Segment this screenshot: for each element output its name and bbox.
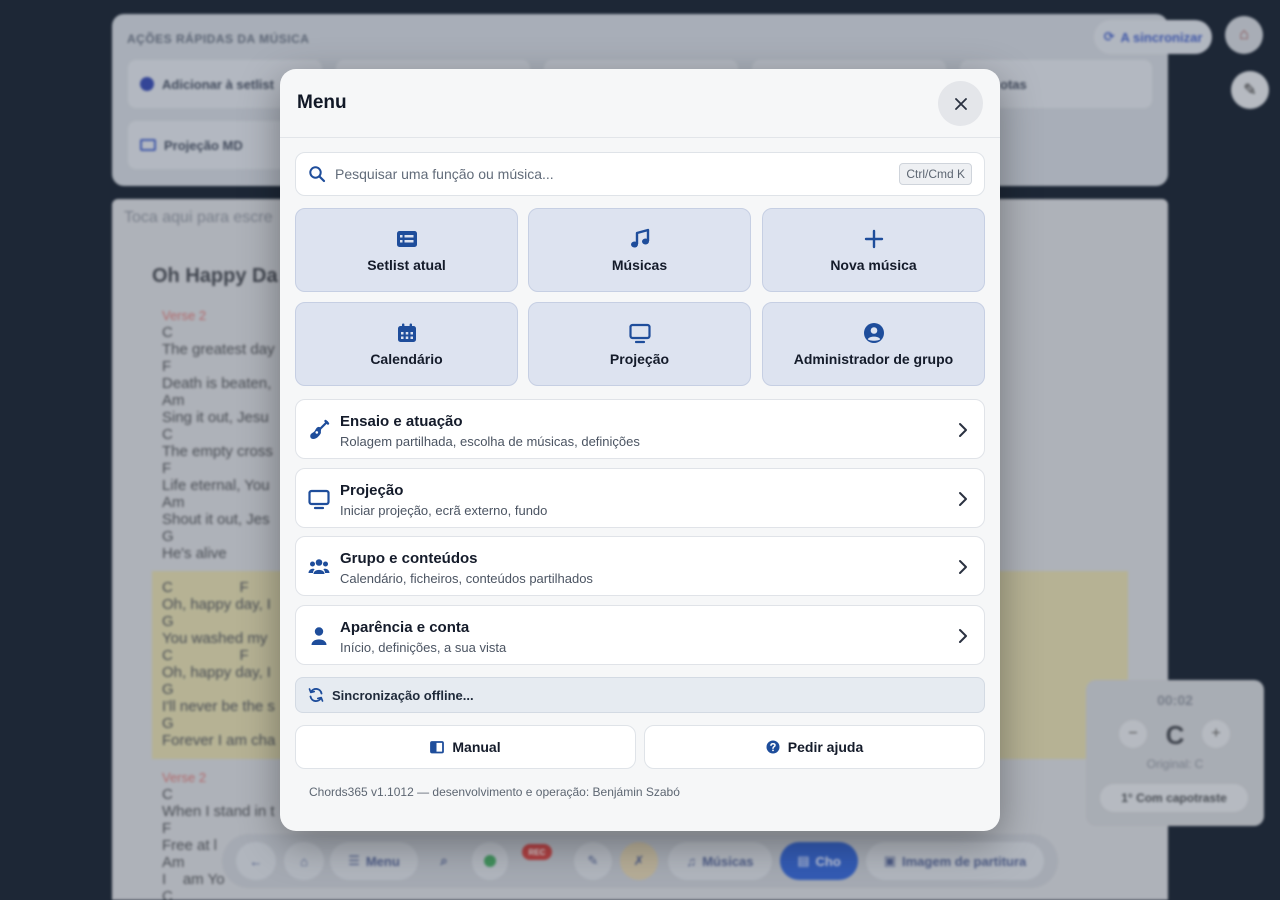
row-appearance-account-subtitle: Início, definições, a sua vista <box>340 640 507 655</box>
tile-setlist-label: Setlist atual <box>367 256 446 273</box>
help-button[interactable]: Pedir ajuda <box>644 725 985 769</box>
modal-header: Menu <box>280 69 1000 138</box>
chevron-right-icon <box>959 492 967 506</box>
book-icon <box>430 741 445 754</box>
plus-icon <box>864 229 883 248</box>
guitar-icon <box>310 419 330 439</box>
search-icon <box>309 166 326 183</box>
manual-label: Manual <box>452 739 501 755</box>
tile-group-admin-label: Administrador de grupo <box>793 350 954 367</box>
row-group-content-title: Grupo e conteúdos <box>340 550 478 567</box>
close-button[interactable] <box>938 81 983 126</box>
row-group-content[interactable]: Grupo e conteúdos Calendário, ficheiros,… <box>295 536 985 596</box>
chevron-right-icon <box>959 423 967 437</box>
tile-projection-label: Projeção <box>609 350 670 367</box>
tile-songs-label: Músicas <box>611 256 668 273</box>
manual-button[interactable]: Manual <box>295 725 636 769</box>
row-group-content-subtitle: Calendário, ficheiros, conteúdos partilh… <box>340 571 593 586</box>
menu-modal: Menu Ctrl/Cmd K Setlist atual Músicas No… <box>280 69 1000 831</box>
search-bar[interactable]: Ctrl/Cmd K <box>295 152 985 196</box>
tile-calendar[interactable]: Calendário <box>295 302 518 386</box>
row-appearance-account-title: Aparência e conta <box>340 619 470 636</box>
version-info: Chords365 v1.1012 — desenvolvimento e op… <box>309 785 680 799</box>
tile-projection[interactable]: Projeção <box>528 302 751 386</box>
user-icon <box>311 627 327 645</box>
tile-new-song-label: Nova música <box>830 256 917 273</box>
monitor-icon <box>628 323 651 343</box>
users-icon <box>308 559 330 574</box>
tile-group-admin[interactable]: Administrador de grupo <box>762 302 985 386</box>
chevron-right-icon <box>959 629 967 643</box>
shortcut-hint: Ctrl/Cmd K <box>899 163 972 185</box>
tile-songs[interactable]: Músicas <box>528 208 751 292</box>
calendar-icon <box>397 323 416 342</box>
row-projection-subtitle: Iniciar projeção, ecrã externo, fundo <box>340 503 548 518</box>
offline-sync-status[interactable]: Sincronização offline... <box>295 677 985 713</box>
user-circle-icon <box>863 322 884 343</box>
row-appearance-account[interactable]: Aparência e conta Início, definições, a … <box>295 605 985 665</box>
chevron-right-icon <box>959 560 967 574</box>
monitor-icon <box>308 489 330 510</box>
row-rehearsal-subtitle: Rolagem partilhada, escolha de músicas, … <box>340 434 640 449</box>
search-input[interactable] <box>335 166 900 182</box>
row-projection-title: Projeção <box>340 482 404 499</box>
tile-calendar-label: Calendário <box>370 350 443 367</box>
close-icon <box>954 97 967 110</box>
row-rehearsal-title: Ensaio e atuação <box>340 413 463 430</box>
list-icon <box>396 230 417 247</box>
tile-setlist[interactable]: Setlist atual <box>295 208 518 292</box>
row-projection[interactable]: Projeção Iniciar projeção, ecrã externo,… <box>295 468 985 528</box>
modal-title: Menu <box>297 92 347 113</box>
row-rehearsal[interactable]: Ensaio e atuação Rolagem partilhada, esc… <box>295 399 985 459</box>
sync-icon <box>308 688 324 702</box>
music-note-icon <box>630 228 649 247</box>
question-circle-icon <box>766 740 780 754</box>
help-label: Pedir ajuda <box>787 739 864 755</box>
offline-sync-label: Sincronização offline... <box>332 687 474 703</box>
tile-new-song[interactable]: Nova música <box>762 208 985 292</box>
